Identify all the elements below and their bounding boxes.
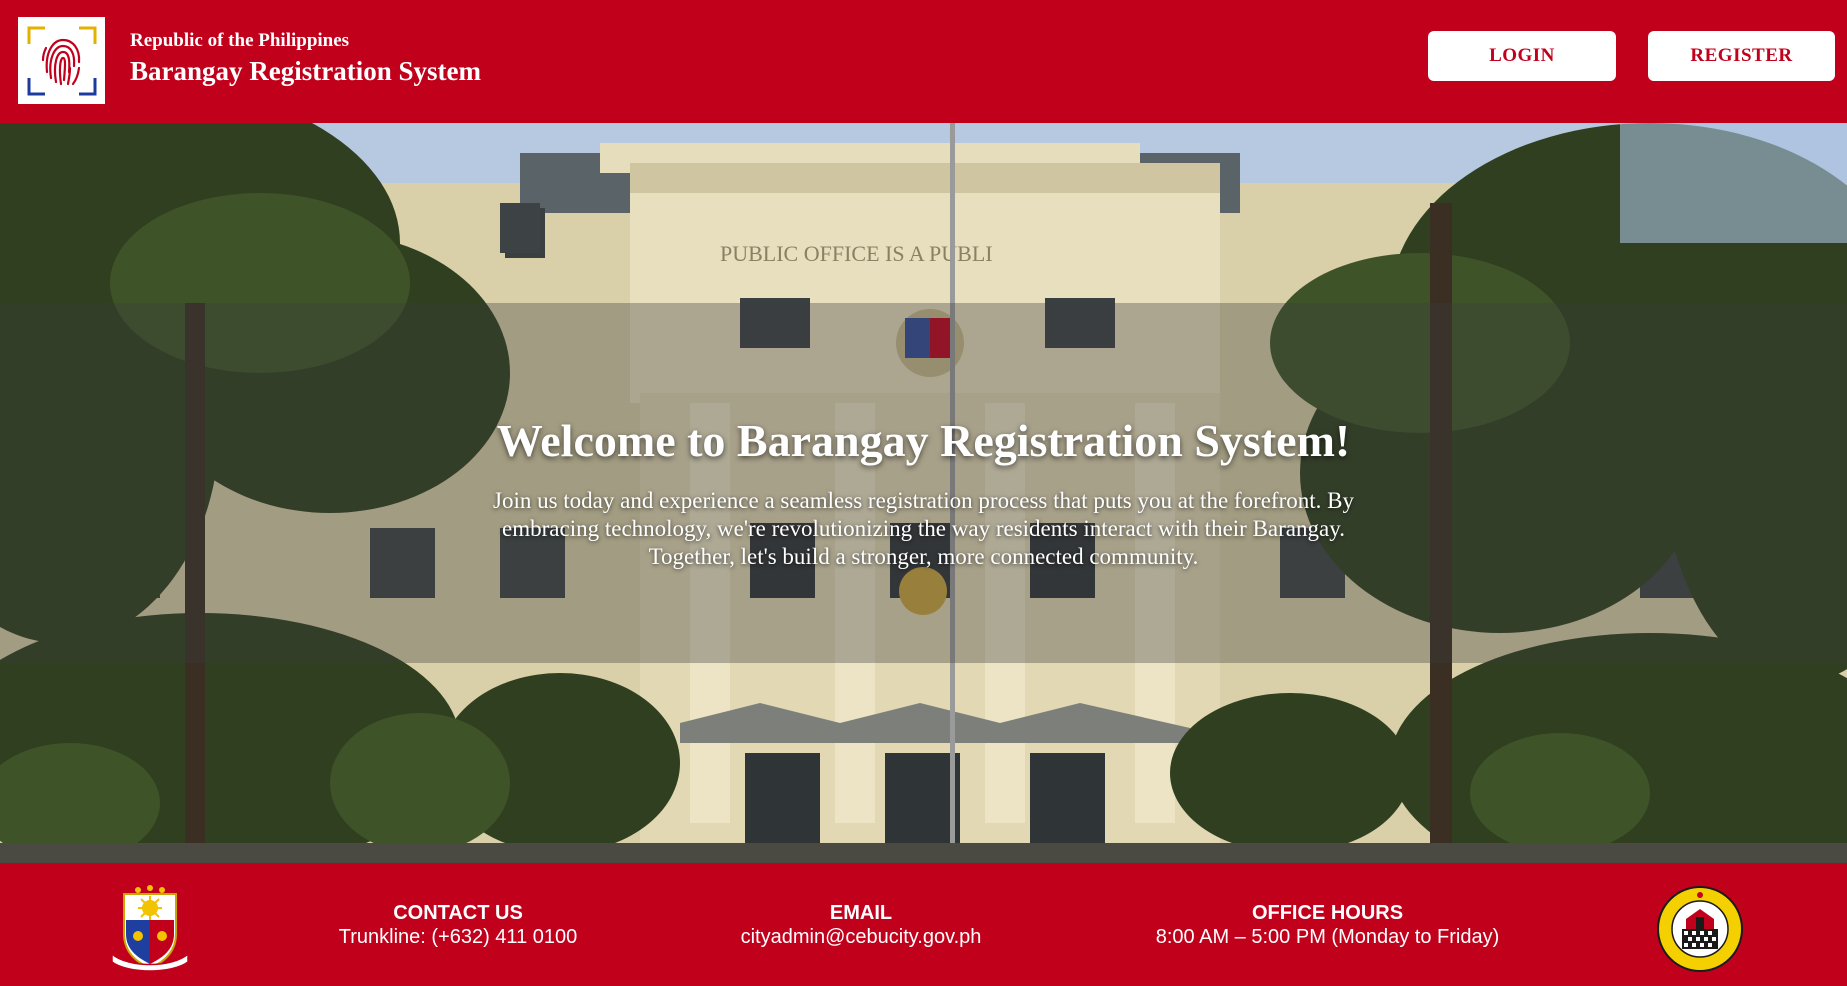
contact-info: CONTACT US Trunkline: (+632) 411 0100 (318, 901, 598, 949)
site-logo[interactable] (18, 17, 105, 104)
email-address[interactable]: cityadmin@cebucity.gov.ph (701, 925, 1021, 949)
register-button[interactable]: REGISTER (1648, 31, 1835, 81)
email-info: EMAIL cityadmin@cebucity.gov.ph (701, 901, 1021, 949)
top-header: Republic of the Philippines Barangay Reg… (0, 0, 1847, 123)
cebu-city-official-seal-icon (1657, 886, 1743, 972)
system-title: Barangay Registration System (130, 56, 481, 86)
contact-label: CONTACT US (393, 902, 523, 924)
office-hours-value: 8:00 AM – 5:00 PM (Monday to Friday) (1155, 926, 1500, 948)
republic-label: Republic of the Philippines (130, 30, 350, 51)
hero-description: Join us today and experience a seamless … (493, 488, 1354, 569)
brand-text: Republic of the Philippines Barangay Reg… (130, 30, 481, 88)
philippine-coat-of-arms-icon (111, 885, 189, 972)
fingerprint-icon (27, 26, 96, 95)
email-label: EMAIL (829, 902, 893, 924)
site-footer: CONTACT US Trunkline: (+632) 411 0100 EM… (0, 863, 1847, 986)
hero-heading: Welcome to Barangay Registration System! (496, 415, 1351, 466)
hero-content: Welcome to Barangay Registration System!… (0, 413, 1847, 571)
office-hours-info: OFFICE HOURS 8:00 AM – 5:00 PM (Monday t… (1120, 901, 1535, 949)
office-hours-label: OFFICE HOURS (1251, 902, 1404, 924)
contact-phone[interactable]: Trunkline: (+632) 411 0100 (318, 925, 598, 949)
login-button[interactable]: LOGIN (1428, 31, 1616, 81)
hero-banner: PUBLIC OFFICE IS A PUBLI Welcome to Bara… (0, 123, 1847, 863)
